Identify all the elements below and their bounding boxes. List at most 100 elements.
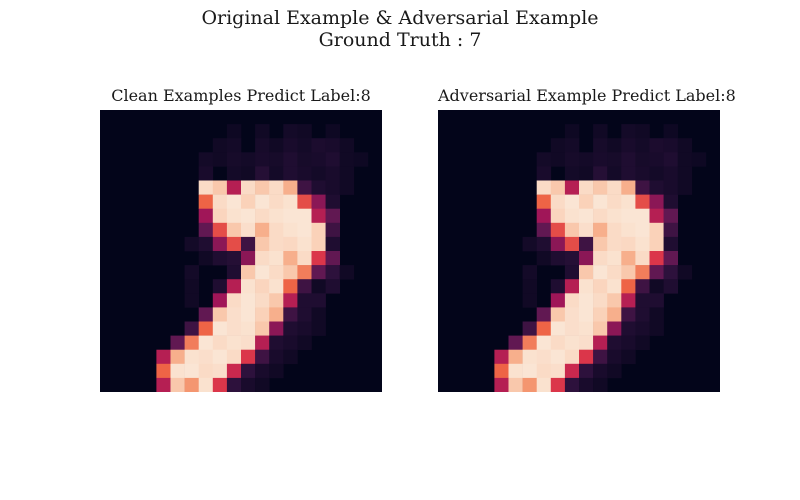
heatmap-cell (607, 293, 622, 308)
heatmap-cell (579, 265, 594, 280)
heatmap-cell (241, 293, 256, 308)
heatmap-cell (269, 194, 284, 209)
heatmap-cell (311, 208, 326, 224)
heatmap-cell (212, 251, 228, 266)
heatmap-cell (241, 208, 256, 224)
heatmap-cell (269, 363, 284, 379)
heatmap-cell (297, 321, 312, 336)
heatmap-cell (283, 138, 298, 153)
heatmap-cell (663, 251, 678, 266)
heatmap-cell (579, 194, 594, 209)
heatmap-cell (635, 166, 650, 181)
heatmap-cell (170, 363, 185, 379)
heatmap-cell (649, 321, 664, 336)
heatmap-cell (635, 222, 650, 238)
heatmap-cell (635, 293, 650, 308)
heatmap-cell (184, 236, 199, 252)
heatmap-cell (564, 265, 580, 280)
heatmap-cell (311, 194, 326, 209)
heatmap-cell (579, 307, 594, 322)
heatmap-cell (550, 236, 566, 252)
heatmap-cell (621, 293, 636, 308)
heatmap-cell (494, 377, 509, 392)
heatmap-cell (297, 236, 312, 252)
heatmap-cell (241, 265, 256, 280)
heatmap-cell (325, 208, 340, 224)
heatmap-cell (198, 194, 214, 209)
heatmap-cell (184, 377, 199, 392)
heatmap-cell (494, 349, 509, 365)
heatmap-cell (536, 236, 552, 252)
heatmap-cell (311, 152, 326, 167)
heatmap-cell (635, 208, 650, 224)
heatmap-cell (635, 279, 650, 294)
heatmap-cell (297, 279, 312, 294)
heatmap-cell (311, 222, 326, 238)
heatmap-cell (593, 194, 608, 209)
heatmap-cell (325, 194, 340, 209)
heatmap-cell (550, 222, 566, 238)
heatmap-cell (269, 279, 284, 294)
heatmap-cell (607, 307, 622, 322)
heatmap-cell (255, 194, 270, 209)
heatmap-cell (536, 335, 552, 350)
heatmap-cell (550, 349, 566, 365)
heatmap-cell (564, 377, 580, 392)
heatmap-cell (297, 307, 312, 322)
heatmap-cell (325, 138, 340, 153)
heatmap-cell (283, 349, 298, 365)
heatmap-cell (325, 222, 340, 238)
heatmap-cell (297, 194, 312, 209)
heatmap-cell (212, 279, 228, 294)
heatmap-cell (579, 335, 594, 350)
heatmap-cell (156, 349, 171, 365)
heatmap-cell (297, 152, 312, 167)
heatmap-cell (255, 293, 270, 308)
heatmap-cell (677, 152, 693, 167)
heatmap-cell (241, 321, 256, 336)
heatmap-cell (297, 180, 312, 195)
heatmap-cell (663, 166, 678, 181)
heatmap-cell (198, 152, 214, 167)
heatmap-cell (621, 279, 636, 294)
heatmap-cell (550, 321, 566, 336)
heatmap-cell (241, 152, 256, 167)
heatmap-cell (522, 321, 537, 336)
heatmap-cell (550, 307, 566, 322)
heatmap-cell (226, 222, 242, 238)
heatmap-cell (607, 236, 622, 252)
heatmap-cell (663, 152, 678, 167)
heatmap-cell (339, 138, 355, 153)
heatmap-cell (593, 124, 608, 139)
heatmap-cell (212, 349, 228, 365)
heatmap-cell (536, 180, 552, 195)
heatmap-cell (593, 279, 608, 294)
heatmap-cell (226, 349, 242, 365)
heatmap-cell (184, 265, 199, 280)
heatmap-cell (579, 321, 594, 336)
heatmap-cell (564, 349, 580, 365)
heatmap-cell (536, 222, 552, 238)
heatmap-cell (198, 180, 214, 195)
heatmap-cell (325, 251, 340, 266)
heatmap-cell (297, 222, 312, 238)
heatmap-cell (241, 180, 256, 195)
heatmap-cell (255, 138, 270, 153)
heatmap-cell (677, 166, 693, 181)
heatmap-cell (607, 321, 622, 336)
heatmap-cell (212, 307, 228, 322)
heatmap-cell (226, 377, 242, 392)
heatmap-cell (226, 152, 242, 167)
heatmap-cell (522, 236, 537, 252)
heatmap-cell (184, 321, 199, 336)
heatmap-cell (635, 251, 650, 266)
heatmap-cell (621, 349, 636, 365)
heatmap-cell (353, 152, 369, 167)
heatmap-cell (269, 138, 284, 153)
heatmap-cell (635, 321, 650, 336)
heatmap-cell (522, 363, 537, 379)
heatmap-cell (269, 251, 284, 266)
heatmap-cell (649, 236, 664, 252)
heatmap-cell (621, 152, 636, 167)
heatmap-cell (649, 194, 664, 209)
